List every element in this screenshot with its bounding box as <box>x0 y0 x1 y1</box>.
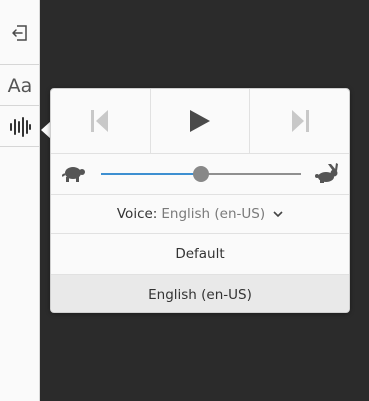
speech-rate-row <box>51 154 349 194</box>
speech-rate-knob[interactable] <box>193 166 209 182</box>
voice-label: Voice: <box>116 206 158 222</box>
type-controls-button[interactable]: Aa <box>0 66 40 106</box>
font-icon: Aa <box>7 75 33 97</box>
chevron-down-icon <box>273 210 283 218</box>
exit-reader-icon <box>12 25 27 41</box>
play-button[interactable] <box>151 89 251 153</box>
reader-sidebar: Aa <box>0 0 40 401</box>
skip-previous-icon <box>91 110 109 132</box>
voice-value: English (en-US) <box>161 206 266 222</box>
voice-option-english-en-us[interactable]: English (en-US) <box>51 275 349 312</box>
voice-option-label: English (en-US) <box>148 287 252 303</box>
previous-paragraph-button[interactable] <box>51 89 151 153</box>
sidebar-divider <box>0 64 40 65</box>
speech-waveform-icon <box>10 117 31 137</box>
close-reader-button[interactable] <box>0 13 40 53</box>
voice-option-default[interactable]: Default <box>51 234 349 274</box>
rabbit-icon <box>315 163 338 183</box>
narrate-button[interactable] <box>0 107 40 147</box>
turtle-icon <box>62 167 85 182</box>
playback-controls <box>51 89 349 153</box>
speech-rate-slider[interactable] <box>101 166 301 182</box>
voice-selector[interactable]: Voice: English (en-US) <box>51 195 349 233</box>
play-icon <box>190 110 210 132</box>
speech-rate-fill <box>101 173 201 175</box>
narrate-popover: Voice: English (en-US) Default English (… <box>50 88 350 313</box>
next-paragraph-button[interactable] <box>250 89 349 153</box>
sidebar-divider <box>0 146 40 147</box>
sidebar-divider <box>0 105 40 106</box>
skip-next-icon <box>291 110 309 132</box>
voice-option-label: Default <box>175 246 225 262</box>
